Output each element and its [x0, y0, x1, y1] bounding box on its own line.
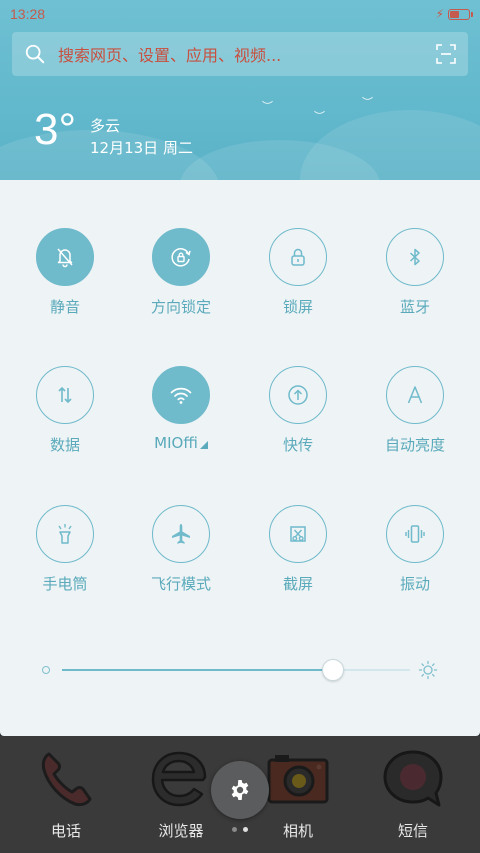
toggle-label: 蓝牙: [399, 298, 430, 316]
toggle-circle[interactable]: [269, 505, 327, 563]
toggle-wifi[interactable]: MIOffi: [121, 366, 241, 476]
battery-icon: [448, 8, 473, 20]
browser-icon[interactable]: [148, 746, 214, 812]
page-dot-current: [243, 827, 248, 832]
weather-temperature[interactable]: 3°: [34, 108, 76, 152]
brightness-slider[interactable]: [40, 658, 440, 682]
toggle-label: 数据: [49, 436, 80, 454]
toggle-vibrate[interactable]: 振动: [355, 505, 475, 615]
page-indicator: [232, 827, 248, 832]
brightness-high-icon: [418, 660, 438, 680]
camera-icon[interactable]: [265, 746, 331, 812]
toggle-circle[interactable]: [36, 505, 94, 563]
toggle-label: 手电筒: [42, 575, 88, 593]
toggle-circle[interactable]: [152, 228, 210, 286]
toggle-bluetooth[interactable]: 蓝牙: [355, 228, 475, 338]
lock-icon: [291, 248, 305, 266]
toggle-screenshot[interactable]: 截屏: [238, 505, 358, 615]
status-time: 13:28: [10, 6, 46, 22]
toggle-rotation-lock[interactable]: 方向锁定: [121, 228, 241, 338]
brightness-low-icon: [42, 666, 50, 674]
toggle-airplane[interactable]: 飞行模式: [121, 505, 241, 615]
bird-decoration: ︶: [314, 110, 325, 123]
toggle-label: 静音: [49, 298, 80, 316]
dock-app-phone[interactable]: 电话: [6, 746, 126, 841]
battery-cap: [471, 11, 473, 17]
toggle-label: 飞行模式: [150, 575, 211, 593]
expand-triangle-icon[interactable]: [199, 441, 208, 449]
toggle-label: 方向锁定: [150, 298, 211, 316]
toggle-auto-brightness[interactable]: 自动亮度: [355, 366, 475, 476]
dock-label: 电话: [50, 822, 81, 840]
weather-date: 12月13日 周二: [90, 139, 193, 157]
weather-condition: 多云: [90, 117, 121, 135]
toggle-label: 锁屏: [282, 298, 313, 316]
gear-icon: [231, 780, 249, 800]
weather-header: 13:28 ⚡ 搜索网页、设置、应用、视频... ︶ ︶ ︶ 3° 多云 12月…: [0, 0, 480, 180]
bird-decoration: ︶: [362, 96, 373, 109]
flashlight-icon: [58, 524, 72, 544]
wifi-label-group[interactable]: MIOffi: [154, 424, 208, 452]
message-icon[interactable]: [380, 746, 446, 812]
vibrate-icon: [405, 525, 425, 543]
toggle-circle[interactable]: [386, 505, 444, 563]
status-bar: 13:28 ⚡: [0, 0, 480, 28]
dock-label: 浏览器: [158, 822, 204, 840]
toggle-flashlight[interactable]: 手电筒: [5, 505, 125, 615]
search-bar[interactable]: 搜索网页、设置、应用、视频...: [12, 32, 468, 76]
bird-decoration: ︶: [262, 100, 273, 113]
toggle-circle[interactable]: [386, 228, 444, 286]
toggle-label: 截屏: [282, 575, 313, 593]
toggle-quick-send[interactable]: 快传: [238, 366, 358, 476]
upload-icon: [288, 385, 308, 405]
toggle-label: 自动亮度: [384, 436, 445, 454]
brightness-track-fill[interactable]: [62, 669, 334, 671]
toggle-circle[interactable]: [269, 228, 327, 286]
wifi-icon: [170, 387, 192, 404]
toggle-circle[interactable]: [269, 366, 327, 424]
toggle-data[interactable]: 数据: [5, 366, 125, 476]
wifi-network-name: MIOffi: [154, 434, 198, 452]
scan-icon[interactable]: [436, 44, 456, 64]
settings-button[interactable]: [211, 761, 269, 819]
dock-label: 短信: [397, 822, 428, 840]
bell-off-icon: [57, 248, 73, 268]
toggle-lock-screen[interactable]: 锁屏: [238, 228, 358, 338]
bluetooth-icon: [409, 248, 420, 266]
search-placeholder[interactable]: 搜索网页、设置、应用、视频...: [58, 42, 436, 66]
toggle-circle[interactable]: [36, 228, 94, 286]
airplane-icon: [172, 524, 190, 544]
data-arrows-icon: [58, 386, 72, 404]
toggle-circle[interactable]: [36, 366, 94, 424]
rotation-lock-icon: [171, 248, 191, 267]
brightness-thumb[interactable]: [322, 659, 345, 681]
toggle-label: 快传: [282, 436, 313, 454]
charging-icon: ⚡: [435, 7, 444, 21]
dock-app-messages[interactable]: 短信: [353, 746, 473, 841]
quick-settings-panel: 静音 方向锁定 锁屏 蓝牙 数据 MIOffi 快传 自动亮度 手电筒 飞行模式…: [0, 180, 480, 736]
dock-label: 相机: [282, 822, 313, 840]
toggle-circle[interactable]: [152, 505, 210, 563]
scissors-icon: [290, 526, 306, 542]
phone-icon[interactable]: [33, 746, 99, 812]
page-dot: [232, 827, 237, 832]
toggle-circle[interactable]: [386, 366, 444, 424]
auto-brightness-icon: [407, 386, 423, 404]
toggle-circle[interactable]: [152, 366, 210, 424]
search-icon: [25, 44, 45, 64]
toggle-mute[interactable]: 静音: [5, 228, 125, 338]
toggle-label: 振动: [399, 575, 430, 593]
status-icons: ⚡: [435, 7, 473, 21]
battery-level: [450, 10, 459, 18]
